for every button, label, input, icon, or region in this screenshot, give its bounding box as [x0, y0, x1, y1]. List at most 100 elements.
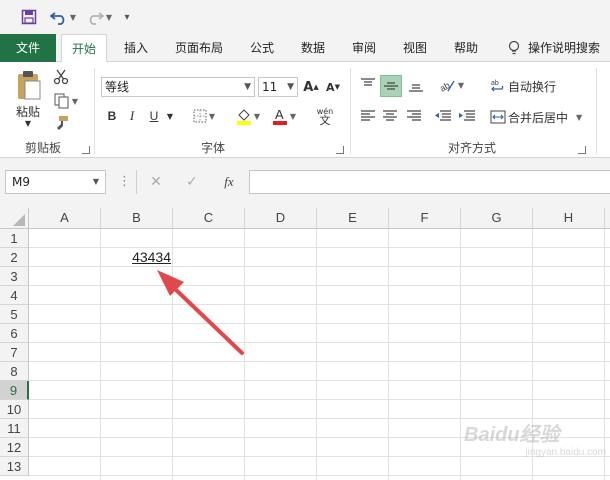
select-all-corner[interactable] — [0, 208, 29, 229]
increase-font-size-icon[interactable]: A ▲ — [302, 77, 320, 97]
align-top-icon[interactable] — [358, 75, 378, 95]
gridline — [29, 399, 610, 400]
tab-help[interactable]: 帮助 — [444, 34, 488, 62]
phonetic-bottom: 文 — [319, 114, 331, 127]
tell-me-search[interactable]: 操作说明搜索 — [528, 34, 610, 62]
row-header-3[interactable]: 3 — [0, 267, 29, 286]
column-header-b[interactable]: B — [101, 208, 173, 229]
font-size-select[interactable]: 11 ▼ — [258, 77, 298, 97]
tab-home[interactable]: 开始 — [61, 34, 107, 63]
gridline — [29, 304, 610, 305]
row-header-11[interactable]: 11 — [0, 419, 29, 438]
align-right-icon[interactable] — [404, 106, 424, 126]
merge-center-button[interactable]: 合并后居中 ▼ — [508, 107, 588, 127]
column-header-g[interactable]: G — [461, 208, 533, 229]
row-header-13[interactable]: 13 — [0, 457, 29, 476]
gridline — [29, 361, 610, 362]
name-box-value: M9 — [12, 175, 30, 189]
row-header-5[interactable]: 5 — [0, 305, 29, 324]
alignment-launcher-icon[interactable] — [578, 146, 586, 154]
tab-file[interactable]: 文件 — [0, 34, 56, 62]
watermark-logo: Baidu经验 jingyan.baidu.com — [464, 418, 606, 470]
insert-function-icon[interactable]: fx — [218, 172, 240, 192]
cancel-icon[interactable]: ✕ — [146, 172, 166, 192]
align-middle-icon[interactable] — [380, 75, 402, 97]
font-launcher-icon[interactable] — [336, 146, 344, 154]
decrease-font-size-icon[interactable]: A ▼ — [324, 77, 342, 97]
redo-icon[interactable]: ▼ — [84, 6, 114, 28]
underline-dropdown-icon[interactable]: ▼ — [164, 106, 176, 126]
column-header-partial — [605, 208, 610, 229]
svg-text:ab: ab — [438, 80, 452, 93]
watermark-brand: Baidu经验 — [464, 424, 560, 446]
customize-icon[interactable]: ▾ — [120, 6, 134, 28]
gridline — [29, 285, 610, 286]
phonetic-guide-icon[interactable]: wén 文 — [308, 104, 342, 128]
column-header-h[interactable]: H — [533, 208, 605, 229]
increase-indent-icon[interactable] — [456, 106, 478, 126]
wrap-text-icon[interactable]: ab — [488, 76, 508, 96]
copy-icon[interactable]: ▼ — [52, 92, 80, 110]
row-header-1[interactable]: 1 — [0, 229, 29, 248]
name-box[interactable]: M9 ▼ — [5, 170, 106, 194]
fill-color-icon[interactable]: ▼ — [232, 106, 264, 126]
divider — [136, 170, 137, 194]
tab-insert[interactable]: 插入 — [114, 34, 158, 62]
group-divider — [94, 68, 95, 154]
align-bottom-icon[interactable] — [406, 75, 426, 95]
orientation-icon[interactable]: ab ▼ — [432, 75, 470, 95]
formula-input[interactable] — [249, 170, 610, 194]
row-header-9[interactable]: 9 — [0, 381, 29, 400]
enter-icon[interactable]: ✓ — [182, 172, 202, 192]
font-group-label: 字体 — [200, 141, 225, 155]
align-center-icon[interactable] — [380, 106, 400, 126]
chevron-down-icon: ▼ — [287, 82, 294, 92]
group-divider — [350, 68, 351, 154]
row-header-12[interactable]: 12 — [0, 438, 29, 457]
tab-review[interactable]: 审阅 — [342, 34, 386, 62]
row-header-2[interactable]: 2 — [0, 248, 29, 267]
font-name-select[interactable]: 等线 ▼ — [101, 77, 255, 97]
row-header-4[interactable]: 4 — [0, 286, 29, 305]
font-color-icon[interactable]: A ▼ — [268, 106, 300, 126]
font-name-value: 等线 — [105, 80, 130, 94]
formula-bar-grip-icon: ⋮ — [118, 174, 131, 189]
underline-button[interactable]: U — [146, 106, 162, 126]
tab-data[interactable]: 数据 — [291, 34, 335, 62]
tab-page-layout[interactable]: 页面布局 — [168, 34, 230, 62]
save-icon[interactable] — [18, 6, 40, 28]
clipboard-launcher-icon[interactable] — [82, 146, 90, 154]
wrap-text-button[interactable]: 自动换行 — [508, 76, 560, 96]
column-header-d[interactable]: D — [245, 208, 317, 229]
paste-dropdown-icon[interactable]: ▼ — [22, 118, 34, 128]
row-header-8[interactable]: 8 — [0, 362, 29, 381]
lightbulb-icon[interactable] — [504, 34, 524, 62]
italic-button[interactable]: I — [124, 106, 140, 126]
cut-icon[interactable] — [52, 68, 70, 86]
borders-icon[interactable]: ▼ — [188, 106, 220, 126]
gridline — [29, 323, 610, 324]
ribbon-tabs: 文件 开始 插入 页面布局 公式 数据 审阅 视图 帮助 操作说明搜索 — [0, 34, 610, 63]
decrease-indent-icon[interactable] — [432, 106, 454, 126]
ribbon-home: 粘贴 ▼ ▼ 剪贴板 等线 ▼ 11 ▼ A ▲ A ▼ B I U ▼ ▼ ▼ A… — [0, 62, 610, 158]
svg-text:ab: ab — [491, 80, 499, 87]
undo-icon[interactable]: ▼ — [48, 6, 78, 28]
merge-center-icon[interactable] — [488, 107, 508, 127]
column-header-a[interactable]: A — [29, 208, 101, 229]
row-header-10[interactable]: 10 — [0, 400, 29, 419]
bold-button[interactable]: B — [104, 106, 120, 126]
font-size-value: 11 — [262, 80, 278, 94]
paste-icon[interactable] — [12, 68, 46, 102]
row-header-6[interactable]: 6 — [0, 324, 29, 343]
column-header-e[interactable]: E — [317, 208, 389, 229]
column-header-f[interactable]: F — [389, 208, 461, 229]
format-painter-icon[interactable] — [52, 114, 70, 132]
row-header-7[interactable]: 7 — [0, 343, 29, 362]
align-left-icon[interactable] — [358, 106, 378, 126]
tab-formulas[interactable]: 公式 — [240, 34, 284, 62]
column-header-c[interactable]: C — [173, 208, 245, 229]
tab-view[interactable]: 视图 — [393, 34, 437, 62]
annotation-arrow-icon — [157, 270, 244, 355]
chevron-down-icon: ▼ — [244, 82, 251, 92]
group-divider — [596, 68, 597, 154]
